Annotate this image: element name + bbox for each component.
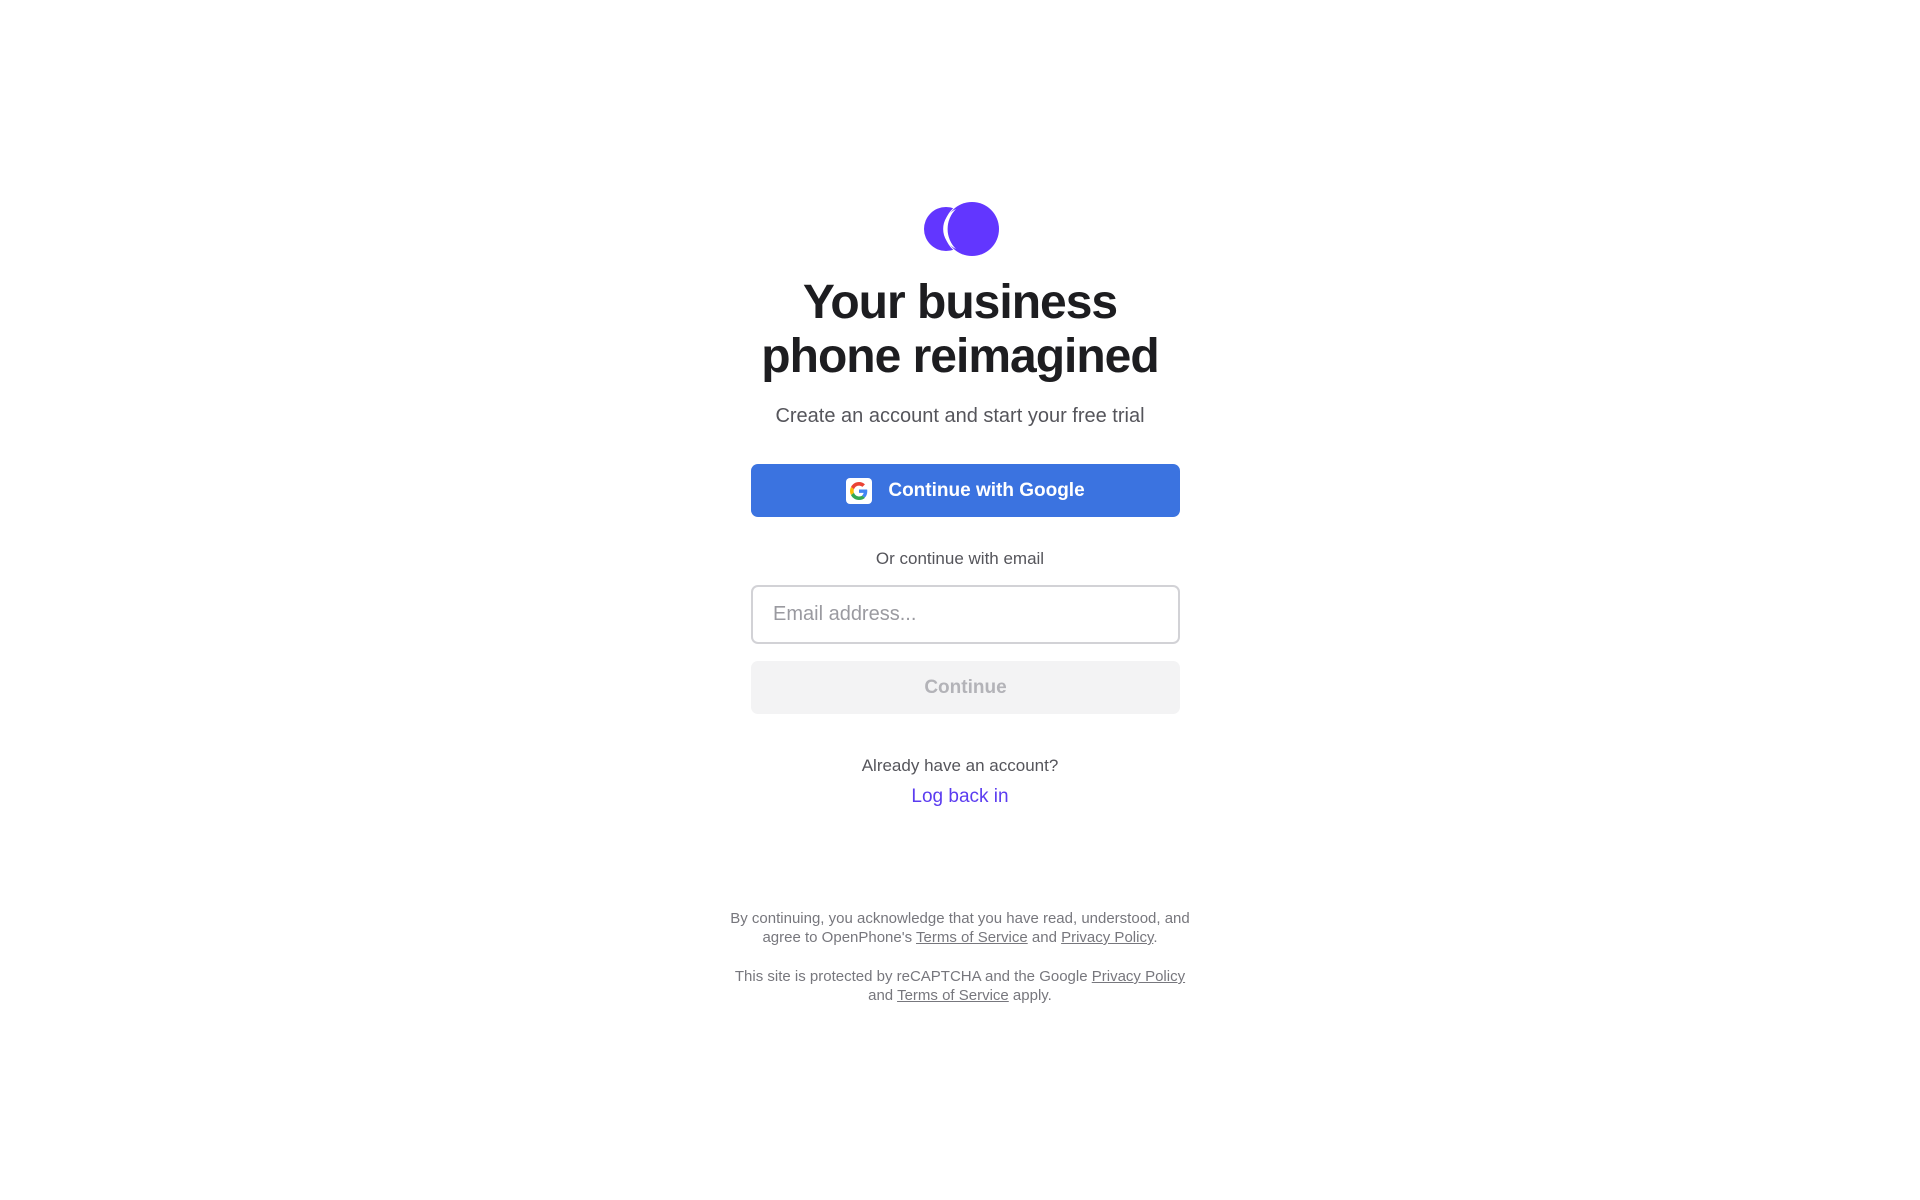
signup-page: Your business phone reimagined Create an… [0,0,1920,1200]
terms-notice-line-2: agree to OpenPhone's Terms of Service an… [0,928,1920,947]
recaptcha-notice-line-1: This site is protected by reCAPTCHA and … [0,967,1920,986]
recaptcha-notice-and: and [868,987,898,1004]
log-back-in-link[interactable]: Log back in [911,786,1008,807]
terms-notice: By continuing, you acknowledge that you … [0,909,1920,947]
terms-notice-text: agree to OpenPhone's [762,929,917,946]
terms-notice-and: and [1027,929,1062,946]
page-title: Your business phone reimagined [0,276,1920,384]
terms-notice-line-1: By continuing, you acknowledge that you … [730,910,1190,927]
overlapping-circles-logo [924,202,999,256]
already-have-account-text: Already have an account? [861,756,1059,775]
page-subtitle: Create an account and start your free tr… [775,405,1145,427]
recaptcha-notice-text: This site is protected by reCAPTCHA and … [734,968,1092,985]
privacy-policy-link[interactable]: Privacy Policy [1061,929,1153,946]
terms-notice-period: . [1153,929,1158,946]
terms-of-service-link[interactable]: Terms of Service [916,929,1028,946]
google-terms-of-service-link[interactable]: Terms of Service [897,987,1009,1004]
page-title-line-2: phone reimagined [761,330,1159,383]
recaptcha-notice: This site is protected by reCAPTCHA and … [0,967,1920,1005]
google-privacy-policy-link[interactable]: Privacy Policy [1092,968,1185,985]
email-field[interactable] [751,585,1180,644]
recaptcha-notice-apply: apply. [1008,987,1052,1004]
recaptcha-notice-line-2: and Terms of Service apply. [0,986,1920,1005]
google-g-icon [846,477,873,504]
email-divider-text: Or continue with email [875,549,1045,568]
continue-with-google-label: Continue with Google [888,479,1085,501]
login-link-row: Log back in [0,786,1920,808]
continue-with-google-button[interactable]: Continue with Google [751,464,1180,517]
continue-button[interactable]: Continue [751,661,1180,714]
page-title-line-1: Your business [802,276,1118,329]
